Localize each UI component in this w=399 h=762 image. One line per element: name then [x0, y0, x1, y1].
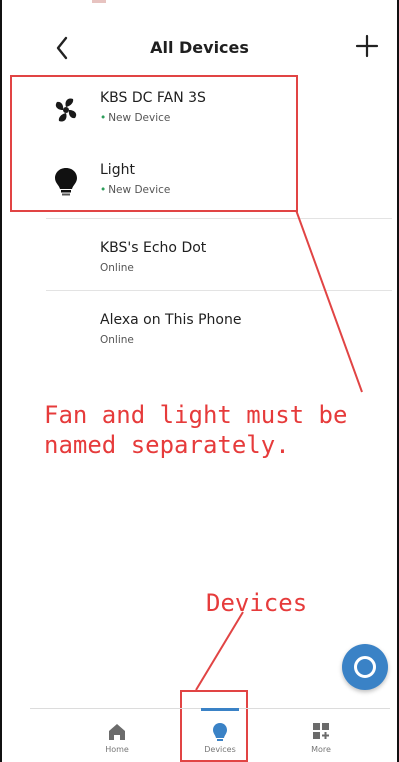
annotation-box-fan-light: [10, 75, 298, 212]
divider: [46, 290, 392, 291]
device-name: KBS's Echo Dot: [100, 240, 207, 256]
alexa-ring-icon: [354, 656, 376, 678]
device-row-alexa-phone[interactable]: Alexa on This Phone Online: [46, 298, 392, 370]
page-title: All Devices: [150, 38, 249, 57]
alexa-button[interactable]: [342, 644, 388, 690]
home-icon: [109, 724, 125, 740]
nav-home[interactable]: Home: [82, 718, 152, 758]
add-device-button[interactable]: [351, 30, 383, 62]
nav-more-label: More: [311, 745, 331, 754]
left-border: [0, 0, 2, 762]
divider: [46, 218, 392, 219]
device-name: Alexa on This Phone: [100, 312, 242, 328]
devices-bulb-icon: [213, 723, 227, 741]
device-status: Online: [100, 262, 134, 274]
more-grid-icon: [313, 723, 329, 739]
nav-home-label: Home: [105, 745, 129, 754]
device-status: Online: [100, 334, 134, 346]
active-tab-indicator: [201, 708, 239, 711]
plus-icon: [355, 34, 379, 58]
device-row-echo-dot[interactable]: KBS's Echo Dot Online: [46, 226, 392, 298]
annotation-devices-label: Devices: [206, 589, 308, 617]
annotation-note: Fan and light must be named separately.: [44, 401, 348, 459]
nav-devices-label: Devices: [204, 745, 236, 754]
nav-devices[interactable]: Devices: [185, 718, 255, 758]
nav-more[interactable]: More: [286, 718, 356, 758]
